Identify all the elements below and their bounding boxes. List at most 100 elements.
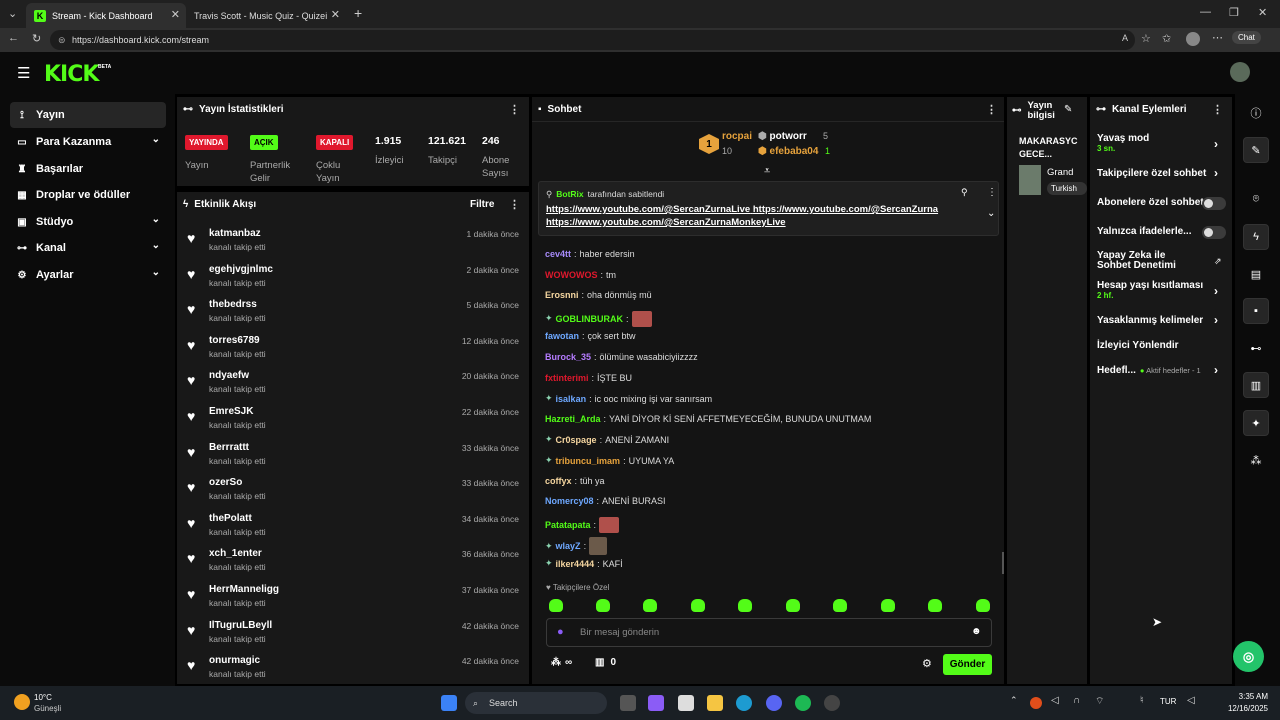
chat-icon[interactable]: ▪ — [1243, 298, 1269, 324]
chat-username[interactable]: Erosnni — [545, 290, 579, 300]
wrench-icon[interactable]: ✦ — [1243, 410, 1269, 436]
chat-settings-icon[interactable]: ⚙ — [922, 657, 932, 670]
send-button[interactable]: Gönder — [943, 654, 992, 675]
chat-username[interactable]: Patatapata — [545, 520, 591, 530]
points-display[interactable]: ⁂ ∞ — [551, 657, 572, 668]
microphone-icon[interactable]: ♮ — [1140, 695, 1144, 706]
emote-icon[interactable] — [881, 599, 895, 612]
obs-icon[interactable] — [824, 695, 840, 711]
headset-icon[interactable]: ∩ — [1073, 695, 1080, 706]
language-indicator[interactable]: TUR — [1160, 697, 1176, 706]
reload-icon[interactable]: ↻ — [32, 32, 41, 45]
chevron-right-icon[interactable]: › — [1214, 363, 1218, 377]
filter-button[interactable]: Filtre — [470, 199, 494, 210]
emote-icon[interactable] — [738, 599, 752, 612]
chat-username[interactable]: fawotan — [545, 331, 579, 341]
leader-second-name[interactable]: ⬢ potworr — [758, 131, 807, 142]
copilot-chat-button[interactable]: Chat — [1232, 31, 1261, 44]
chevron-down-icon[interactable]: ⌄ — [987, 208, 995, 219]
activity-username[interactable]: katmanbaz — [209, 228, 261, 239]
activity-menu-icon[interactable]: ⋮ — [509, 198, 520, 211]
chat-username[interactable]: GOBLINBURAK — [556, 314, 624, 324]
activity-username[interactable]: EmreSJK — [209, 406, 253, 417]
game-name[interactable]: Grand — [1047, 167, 1073, 178]
chat-username[interactable]: fxtinterimi — [545, 373, 589, 383]
favorites-icon[interactable]: ✩ — [1162, 32, 1171, 45]
hamburger-menu-icon[interactable]: ☰ — [17, 64, 30, 82]
volume-tray-icon[interactable]: ◁ — [1051, 695, 1059, 706]
close-tab-icon[interactable]: ✕ — [171, 8, 180, 21]
emote-icon[interactable] — [549, 599, 563, 612]
chat-username[interactable]: Cr0spage — [556, 435, 597, 445]
sidebar-item-kanal[interactable]: ⊶ Kanal ⌄ — [10, 235, 166, 261]
followers-only-option[interactable]: Takipçilere özel sohbet — [1097, 168, 1206, 179]
profile-icon[interactable] — [1186, 32, 1200, 46]
minimize-icon[interactable]: — — [1200, 6, 1211, 18]
chat-username[interactable]: Burock_35 — [545, 352, 591, 362]
scroll-down-icon[interactable]: ⩡ — [764, 165, 770, 178]
chat-username[interactable]: Hazreti_Arda — [545, 414, 601, 424]
chat-menu-icon[interactable]: ⋮ — [986, 103, 997, 116]
emote-icon[interactable] — [976, 599, 990, 612]
pinned-menu-icon[interactable]: ⋮ — [987, 187, 997, 198]
chat-username[interactable]: cev4tt — [545, 249, 571, 259]
store-count[interactable]: ▥ 0 — [595, 657, 616, 668]
store-app-icon[interactable] — [678, 695, 694, 711]
wifi-icon[interactable]: ⌔ — [1095, 695, 1104, 708]
goals-option[interactable]: Hedefl... ● Aktif hedefler - 1 — [1097, 365, 1201, 376]
new-tab-icon[interactable]: + — [354, 5, 362, 21]
favorite-star-icon[interactable]: ☆ — [1141, 32, 1151, 45]
activity-username[interactable]: torres6789 — [209, 335, 260, 346]
tray-app-icon[interactable] — [1030, 697, 1042, 709]
discord-icon[interactable] — [766, 695, 782, 711]
broadcast-icon[interactable]: ⊷ — [1243, 335, 1269, 361]
chat-username[interactable]: Nomercy08 — [545, 496, 594, 506]
task-view-icon[interactable] — [620, 695, 636, 711]
sidebar-item-basarilar[interactable]: ♜ Başarılar — [10, 156, 166, 182]
user-avatar[interactable] — [1230, 62, 1250, 82]
emote-icon[interactable] — [833, 599, 847, 612]
account-age-option[interactable]: Hesap yaşı kısıtlaması 2 hf. — [1097, 280, 1203, 300]
kick-logo[interactable]: KICK — [44, 62, 99, 87]
edit-icon[interactable]: ✎ — [1243, 137, 1269, 163]
channel-actions-icon[interactable]: ▥ — [1243, 372, 1269, 398]
subscribers-only-toggle[interactable] — [1202, 197, 1226, 210]
clock-time[interactable]: 3:35 AM — [1230, 692, 1268, 701]
more-icon[interactable]: ⋯ — [1212, 31, 1223, 44]
chat-username[interactable]: WOWOWOS — [545, 270, 598, 280]
chevron-right-icon[interactable]: › — [1214, 313, 1218, 327]
sidebar-item-ayarlar[interactable]: ⚙ Ayarlar ⌄ — [10, 262, 166, 288]
moderation-icon[interactable]: ⌾ — [1243, 186, 1269, 212]
sidebar-item-yayin[interactable]: ⟟ Yayın — [10, 102, 166, 128]
activity-username[interactable]: IlTugruLBeyll — [209, 620, 272, 631]
emote-icon[interactable] — [928, 599, 942, 612]
maximize-icon[interactable]: ❐ — [1229, 6, 1239, 19]
activity-username[interactable]: thePolatt — [209, 513, 252, 524]
activity-username[interactable]: xch_1enter — [209, 548, 262, 559]
close-window-icon[interactable]: ✕ — [1258, 6, 1267, 19]
info-icon[interactable]: ⓘ — [1243, 100, 1269, 126]
unpin-icon[interactable]: ⚲ — [961, 187, 968, 198]
sidebar-item-studyo[interactable]: ▣ Stüdyo ⌄ — [10, 209, 166, 235]
taskbar-search[interactable]: ⌕ Search — [465, 692, 607, 714]
emote-icon[interactable] — [786, 599, 800, 612]
copilot-icon[interactable] — [648, 695, 664, 711]
file-explorer-icon[interactable] — [707, 695, 723, 711]
emote-icon[interactable] — [643, 599, 657, 612]
chat-username[interactable]: isalkan — [556, 394, 587, 404]
close-tab-icon[interactable]: ✕ — [331, 8, 340, 21]
chat-username[interactable]: coffyx — [545, 476, 572, 486]
activity-username[interactable]: ndyaefw — [209, 370, 249, 381]
tab-kick-dashboard[interactable]: K Stream - Kick Dashboard ✕ — [26, 3, 186, 28]
start-icon[interactable] — [441, 695, 457, 711]
site-info-icon[interactable]: ⊜ — [58, 30, 66, 50]
emotes-only-toggle[interactable] — [1202, 226, 1226, 239]
activity-username[interactable]: ozerSo — [209, 477, 242, 488]
chat-scrollbar[interactable] — [1002, 552, 1004, 574]
banned-words-option[interactable]: Yasaklanmış kelimeler — [1097, 315, 1203, 326]
pinned-link[interactable]: https://www.youtube.com/@SercanZurnaMonk… — [546, 217, 786, 228]
sidebar-item-para-kazanma[interactable]: ▭ Para Kazanma ⌄ — [10, 129, 166, 155]
emote-icon[interactable] — [691, 599, 705, 612]
tray-chevron-icon[interactable]: ⌃ — [1010, 695, 1018, 706]
chevron-right-icon[interactable]: › — [1214, 166, 1218, 180]
